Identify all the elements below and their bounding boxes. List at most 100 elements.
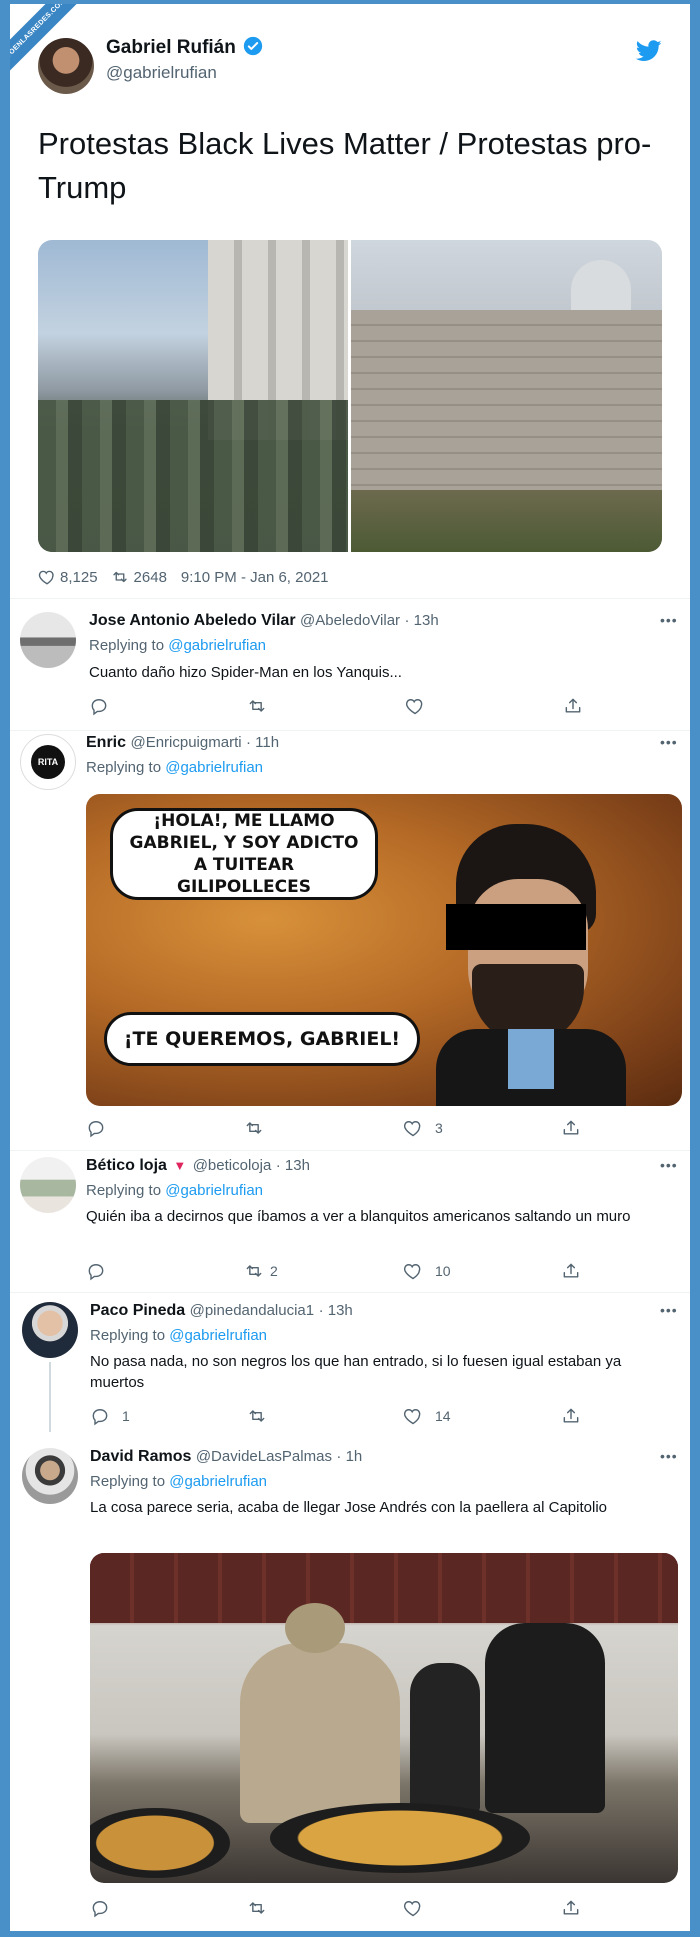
reply-5-retweet-button[interactable] [247, 1898, 273, 1918]
reply-1-time[interactable]: · 13h [404, 612, 438, 629]
heart-icon [403, 1264, 421, 1280]
meme-speech-bubble-bottom: ¡TE QUEREMOS, GABRIEL! [104, 1012, 420, 1066]
reply-2-share-button[interactable] [561, 1118, 581, 1138]
retweet-icon [249, 1902, 265, 1914]
reply-icon [92, 1409, 108, 1426]
reply-5-author[interactable]: David Ramos [90, 1448, 191, 1465]
reply-1-share-button[interactable] [563, 696, 583, 716]
reply-4-avatar[interactable] [22, 1302, 78, 1358]
reply-5-share-button[interactable] [561, 1898, 581, 1918]
reply-icon [91, 699, 107, 716]
share-icon [563, 1900, 579, 1915]
reply-5-text: La cosa parece seria, acaba de llegar Jo… [90, 1499, 607, 1516]
reply-5-replying: Replying to @gabrielrufian [90, 1473, 267, 1490]
reply-4-share-button[interactable] [561, 1406, 581, 1426]
reply-4-reply-button[interactable]: 1 [90, 1406, 130, 1426]
reply-1-retweet-button[interactable] [247, 696, 273, 716]
more-icon[interactable]: ••• [660, 734, 678, 750]
reply-1-author[interactable]: Jose Antonio Abeledo Vilar [89, 612, 296, 629]
twitter-bird-icon[interactable] [636, 40, 662, 62]
reply-5-like-button[interactable] [403, 1898, 429, 1918]
main-author-name[interactable]: Gabriel Rufián [106, 36, 263, 59]
retweet-icon [249, 1410, 265, 1422]
main-author-handle[interactable]: @gabrielrufian [106, 63, 217, 83]
reply-3-text: Quién iba a decirnos que íbamos a ver a … [86, 1208, 631, 1225]
retweet-count: 2 [270, 1263, 278, 1279]
replying-to-link[interactable]: @gabrielrufian [165, 759, 263, 776]
heart-icon[interactable] [38, 568, 56, 586]
more-icon[interactable]: ••• [660, 612, 678, 628]
reply-3-retweet-button[interactable]: 2 [244, 1261, 278, 1281]
main-timestamp[interactable]: 9:10 PM - Jan 6, 2021 [181, 569, 329, 586]
replying-label: Replying to [90, 1473, 166, 1490]
reply-3-avatar[interactable] [20, 1157, 76, 1213]
reply-1-like-button[interactable] [405, 696, 431, 716]
censor-bar [446, 904, 586, 950]
more-icon[interactable]: ••• [660, 1302, 678, 1318]
share-icon [563, 1408, 579, 1423]
share-icon [563, 1120, 579, 1135]
meme-person [416, 824, 636, 1106]
reply-4-author[interactable]: Paco Pineda [90, 1302, 185, 1319]
main-photo-soldiers[interactable] [38, 240, 348, 552]
share-icon [563, 1263, 579, 1278]
reply-icon [88, 1264, 104, 1281]
reply-4-replying: Replying to @gabrielrufian [90, 1327, 267, 1344]
reply-4-handle[interactable]: @pinedandalucia1 [190, 1302, 315, 1319]
reply-2-meme-image[interactable]: ¡HOLA!, ME LLAMO GABRIEL, Y SOY ADICTO A… [86, 794, 682, 1106]
reply-3-handle[interactable]: @beticoloja [193, 1157, 272, 1174]
replying-label: Replying to [86, 759, 162, 776]
reply-4-like-button[interactable]: 14 [403, 1406, 451, 1426]
reply-2-retweet-button[interactable] [244, 1118, 270, 1138]
divider [10, 1150, 690, 1151]
reply-3-reply-button[interactable] [86, 1261, 112, 1281]
reply-2-avatar[interactable]: RITA [20, 734, 76, 790]
reply-1-replying: Replying to @gabrielrufian [89, 637, 266, 654]
reply-1-reply-button[interactable] [89, 696, 115, 716]
reply-icon [88, 1121, 104, 1138]
main-author-avatar[interactable] [38, 38, 94, 94]
divider [10, 1292, 690, 1293]
reply-2-like-button[interactable]: 3 [403, 1118, 443, 1138]
heart-icon [403, 1409, 421, 1425]
reply-5-time[interactable]: · 1h [336, 1448, 362, 1465]
reply-3-author[interactable]: Bético loja [86, 1157, 167, 1174]
divider [10, 730, 690, 731]
main-tweet-text: Protestas Black Lives Matter / Protestas… [38, 126, 652, 205]
reply-3-like-button[interactable]: 10 [403, 1261, 451, 1281]
reply-5-handle[interactable]: @DavideLasPalmas [196, 1448, 332, 1465]
more-icon[interactable]: ••• [660, 1448, 678, 1464]
reply-2-author[interactable]: Enric [86, 734, 126, 751]
reply-1-avatar[interactable] [20, 612, 76, 668]
main-photo-capitol[interactable] [351, 240, 662, 552]
retweet-icon[interactable] [110, 568, 130, 586]
reply-2-reply-button[interactable] [86, 1118, 112, 1138]
reply-3-time[interactable]: · 13h [276, 1157, 310, 1174]
reply-3-replying: Replying to @gabrielrufian [86, 1182, 263, 1199]
reply-4-retweet-button[interactable] [247, 1406, 273, 1426]
replying-to-link[interactable]: @gabrielrufian [168, 637, 266, 654]
replying-to-link[interactable]: @gabrielrufian [165, 1182, 263, 1199]
main-tweet-stats: 8,125 2648 9:10 PM - Jan 6, 2021 [38, 568, 329, 586]
replying-label: Replying to [90, 1327, 166, 1344]
rita-logo: RITA [31, 745, 65, 779]
main-author-name-text[interactable]: Gabriel Rufián [106, 37, 236, 58]
replying-to-link[interactable]: @gabrielrufian [169, 1327, 267, 1344]
reply-icon [92, 1901, 108, 1918]
replying-to-link[interactable]: @gabrielrufian [169, 1473, 267, 1490]
verified-badge-icon [243, 36, 263, 56]
replying-label: Replying to [89, 637, 165, 654]
reply-5-reply-button[interactable] [90, 1898, 116, 1918]
reply-2-handle[interactable]: @Enricpuigmarti [130, 734, 241, 751]
reply-2-time[interactable]: · 11h [246, 734, 279, 751]
retweet-icon [246, 1265, 262, 1277]
reply-5-avatar[interactable] [22, 1448, 78, 1504]
reply-1-handle[interactable]: @AbeledoVilar [300, 612, 400, 629]
like-count: 3 [435, 1120, 443, 1136]
thread-connector [49, 1362, 51, 1432]
more-icon[interactable]: ••• [660, 1157, 678, 1173]
reply-3-share-button[interactable] [561, 1261, 581, 1281]
reply-5-paella-photo[interactable] [90, 1553, 678, 1883]
reply-4-time[interactable]: · 13h [319, 1302, 353, 1319]
main-retweet-count: 2648 [133, 568, 167, 586]
